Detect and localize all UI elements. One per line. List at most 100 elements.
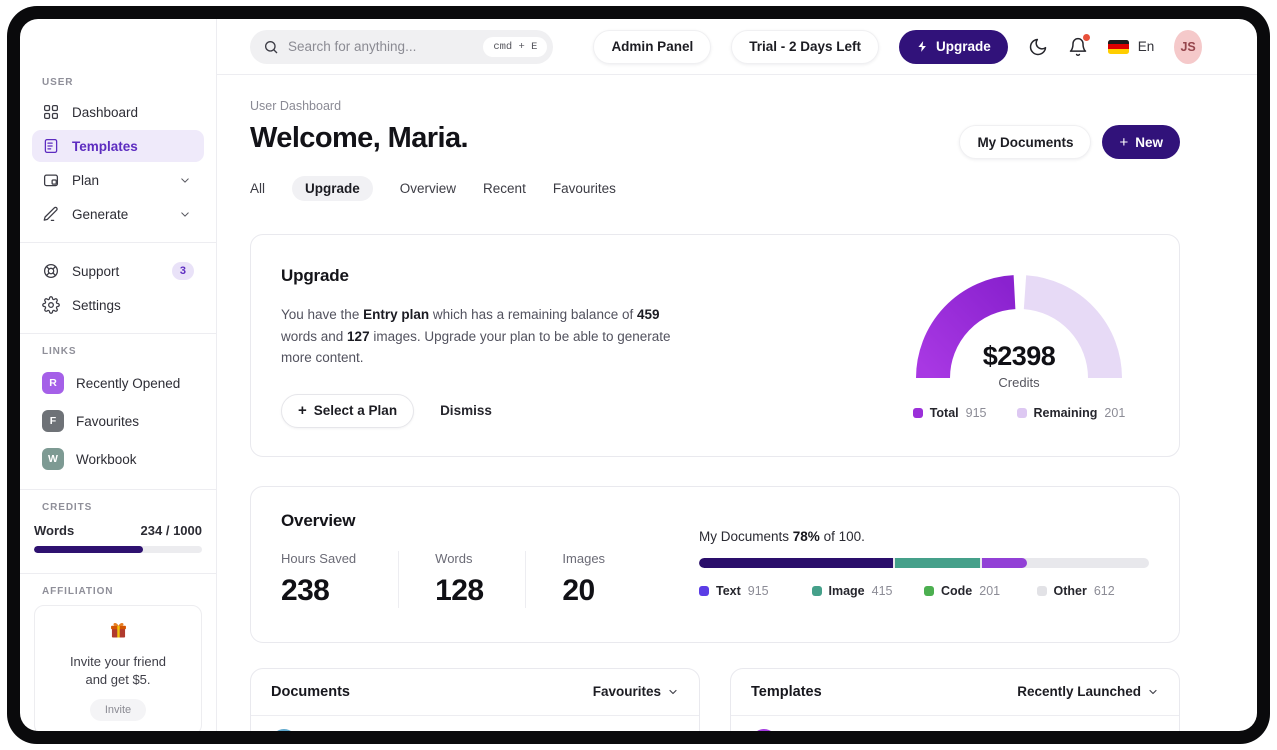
language-selector[interactable]: En	[1138, 39, 1155, 54]
german-flag-icon	[1107, 39, 1129, 54]
sidebar-item-label: Workbook	[76, 451, 137, 467]
sidebar-item-dashboard[interactable]: Dashboard	[32, 96, 204, 128]
trial-days-left-button[interactable]: Trial - 2 Days Left	[731, 29, 879, 64]
page-content: User Dashboard Welcome, Maria. My Docume…	[217, 75, 1257, 731]
tab-favourites[interactable]: Favourites	[553, 176, 616, 201]
document-list-item[interactable]: Untitled Document in Workbook	[251, 716, 699, 731]
sidebar-item-label: Generate	[72, 206, 129, 222]
documents-card: Documents Favourites Untitled Document i…	[250, 667, 700, 731]
sidebar-item-support[interactable]: Support 3	[32, 255, 204, 287]
documents-filter-dropdown[interactable]: Favourites	[593, 684, 679, 699]
invite-button[interactable]: Invite	[89, 699, 147, 722]
search-icon	[265, 40, 278, 53]
credits-words-value: 234 / 1000	[140, 523, 202, 538]
search-shortcut-badge: cmd + E	[483, 36, 548, 57]
sidebar-divider	[20, 573, 216, 574]
link-initial-badge: R	[42, 372, 64, 394]
notification-dot	[1082, 33, 1090, 41]
support-lifebuoy-icon	[43, 263, 59, 279]
affiliation-card: Invite your friend and get $5. Invite	[34, 605, 202, 731]
stacked-progress-bar	[699, 557, 1149, 568]
dismiss-button[interactable]: Dismiss	[440, 403, 492, 418]
new-button[interactable]: + New	[1102, 125, 1180, 159]
credits-gauge: $2398 Credits Total 915 Remaining 201	[889, 266, 1149, 428]
legend-text: Text 915	[699, 584, 812, 598]
tab-overview[interactable]: Overview	[400, 176, 456, 201]
documents-card-title: Documents	[271, 683, 350, 700]
legend-remaining: Remaining 201	[1016, 406, 1125, 420]
document-avatar	[271, 728, 297, 731]
lightning-bolt-icon	[918, 41, 926, 52]
overview-stats: Hours Saved 238 Words 128 Images 20	[281, 550, 647, 608]
tab-all[interactable]: All	[250, 176, 265, 201]
progress-legend: Text 915 Image 415 Code 201 Other 612	[699, 584, 1149, 598]
select-plan-button[interactable]: + Select a Plan	[281, 393, 415, 428]
sidebar-item-generate[interactable]: Generate	[32, 198, 204, 230]
sidebar-divider	[20, 489, 216, 490]
generate-pencil-icon	[43, 206, 58, 222]
segment-code	[982, 557, 1027, 568]
credits-progress-bar	[34, 546, 202, 553]
link-initial-badge: W	[42, 448, 64, 470]
gift-icon	[110, 623, 126, 638]
search-input[interactable]	[288, 39, 475, 54]
template-avatar	[751, 728, 777, 731]
upgrade-button[interactable]: Upgrade	[899, 29, 1008, 64]
template-list-item[interactable]: Blog Post Title in Workbook	[731, 716, 1179, 731]
sidebar-item-templates[interactable]: Templates	[32, 130, 204, 162]
plus-icon: +	[1119, 133, 1129, 151]
segment-image	[894, 557, 980, 568]
sidebar-link-favourites[interactable]: F Favourites	[32, 403, 204, 439]
moon-icon	[1029, 38, 1047, 55]
sidebar-item-plan[interactable]: Plan	[32, 164, 204, 196]
templates-card: Templates Recently Launched Blog Post Ti…	[730, 667, 1180, 731]
sidebar-item-label: Templates	[72, 138, 138, 154]
tab-upgrade[interactable]: Upgrade	[292, 176, 373, 201]
window-frame: USER Dashboard Templates Plan Generate S…	[7, 6, 1270, 744]
legend-image: Image 415	[811, 584, 925, 598]
templates-document-icon	[44, 138, 58, 154]
overview-card-title: Overview	[281, 510, 356, 530]
notifications-button[interactable]	[1068, 33, 1090, 57]
tab-recent[interactable]: Recent	[483, 176, 526, 201]
gear-icon	[42, 296, 60, 314]
templates-filter-dropdown[interactable]: Recently Launched	[1017, 684, 1159, 699]
sidebar-item-label: Favourites	[76, 413, 140, 429]
sidebar-section-user: USER	[42, 77, 74, 88]
credits-caption: Credits	[998, 375, 1040, 390]
credits-amount: $2398	[982, 341, 1056, 371]
credits-progress-fill	[34, 546, 144, 553]
legend-code: Code 201	[924, 584, 1037, 598]
documents-progress-title: My Documents 78% of 100.	[699, 528, 865, 544]
legend-swatch	[699, 585, 709, 596]
sidebar: USER Dashboard Templates Plan Generate S…	[20, 19, 217, 731]
support-count-badge: 3	[171, 262, 194, 280]
legend-other: Other 612	[1036, 584, 1150, 598]
user-avatar[interactable]: JS	[1174, 29, 1202, 64]
my-documents-button[interactable]: My Documents	[959, 125, 1092, 159]
chevron-down-icon	[1149, 689, 1157, 694]
overview-card: Overview Hours Saved 238 Words 128 Image…	[250, 485, 1180, 643]
main-area: cmd + E Admin Panel Trial - 2 Days Left …	[217, 19, 1257, 731]
sidebar-item-settings[interactable]: Settings	[32, 289, 204, 321]
dark-mode-toggle[interactable]	[1028, 37, 1048, 57]
legend-swatch	[912, 408, 923, 418]
stat-words: Words 128	[398, 550, 525, 608]
legend-total: Total 915	[912, 406, 987, 420]
sidebar-divider	[20, 242, 216, 243]
sidebar-link-workbook[interactable]: W Workbook	[32, 441, 204, 477]
sidebar-link-recently-opened[interactable]: R Recently Opened	[32, 365, 204, 401]
sidebar-item-label: Settings	[72, 297, 121, 313]
app-window: USER Dashboard Templates Plan Generate S…	[20, 19, 1257, 731]
search-bar[interactable]: cmd + E	[250, 29, 554, 64]
sidebar-section-credits: CREDITS	[42, 502, 93, 513]
plus-icon: +	[298, 402, 307, 420]
sidebar-section-affiliation: AFFILIATION	[42, 586, 114, 597]
link-initial-badge: F	[42, 410, 64, 432]
sidebar-item-label: Support	[72, 263, 120, 279]
sidebar-section-links: LINKS	[42, 346, 77, 357]
stat-images: Images 20	[525, 550, 647, 608]
admin-panel-button[interactable]: Admin Panel	[593, 29, 712, 64]
gauge-legend: Total 915 Remaining 201	[912, 406, 1125, 420]
upgrade-card-body: You have the Entry plan which has a rema…	[281, 307, 671, 366]
